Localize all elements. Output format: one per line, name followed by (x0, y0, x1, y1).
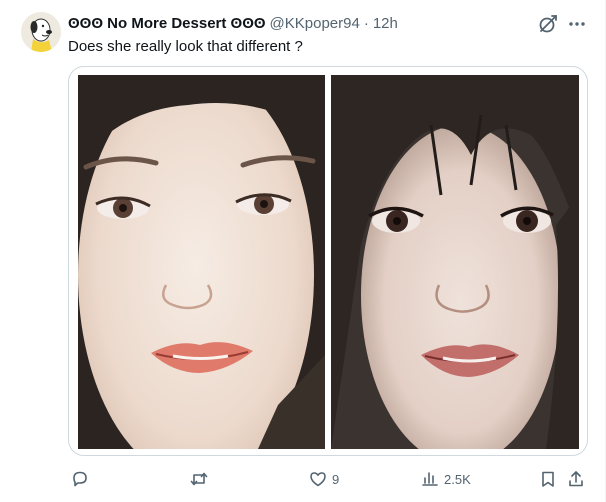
reply-icon (73, 471, 87, 487)
like-icon (310, 472, 326, 487)
reply-button[interactable] (70, 468, 94, 490)
like-count: 9 (332, 471, 340, 487)
post-header: ʘʘʘ No More Dessert ʘʘʘ @KKpoper94 · 12h (68, 13, 398, 33)
repost-button[interactable] (189, 468, 213, 490)
share-icon (569, 471, 583, 487)
more-icon[interactable] (566, 13, 588, 35)
avatar[interactable] (21, 12, 61, 52)
views-icon (422, 472, 438, 486)
post-text: Does she really look that different ? (68, 38, 303, 55)
author-handle[interactable]: @KKpoper94 (270, 15, 360, 32)
views-count: 2.5K (444, 471, 471, 487)
media-container[interactable] (68, 66, 588, 456)
views-button[interactable]: 2.5K (420, 468, 471, 490)
share-button[interactable] (566, 468, 586, 490)
separator-dot: · (363, 14, 369, 32)
action-bar: 9 2.5K (68, 468, 588, 490)
repost-icon (190, 472, 208, 486)
like-button[interactable]: 9 (308, 468, 339, 490)
portrait-photo-right[interactable] (331, 75, 579, 449)
grok-icon[interactable] (537, 13, 559, 35)
bookmark-button[interactable] (538, 468, 558, 490)
author-name[interactable]: ʘʘʘ No More Dessert ʘʘʘ (68, 15, 266, 32)
portrait-photo-left[interactable] (78, 75, 325, 449)
bookmark-icon (542, 471, 554, 487)
tweet[interactable]: ʘʘʘ No More Dessert ʘʘʘ @KKpoper94 · 12h… (0, 0, 606, 502)
post-time[interactable]: 12h (373, 15, 398, 32)
